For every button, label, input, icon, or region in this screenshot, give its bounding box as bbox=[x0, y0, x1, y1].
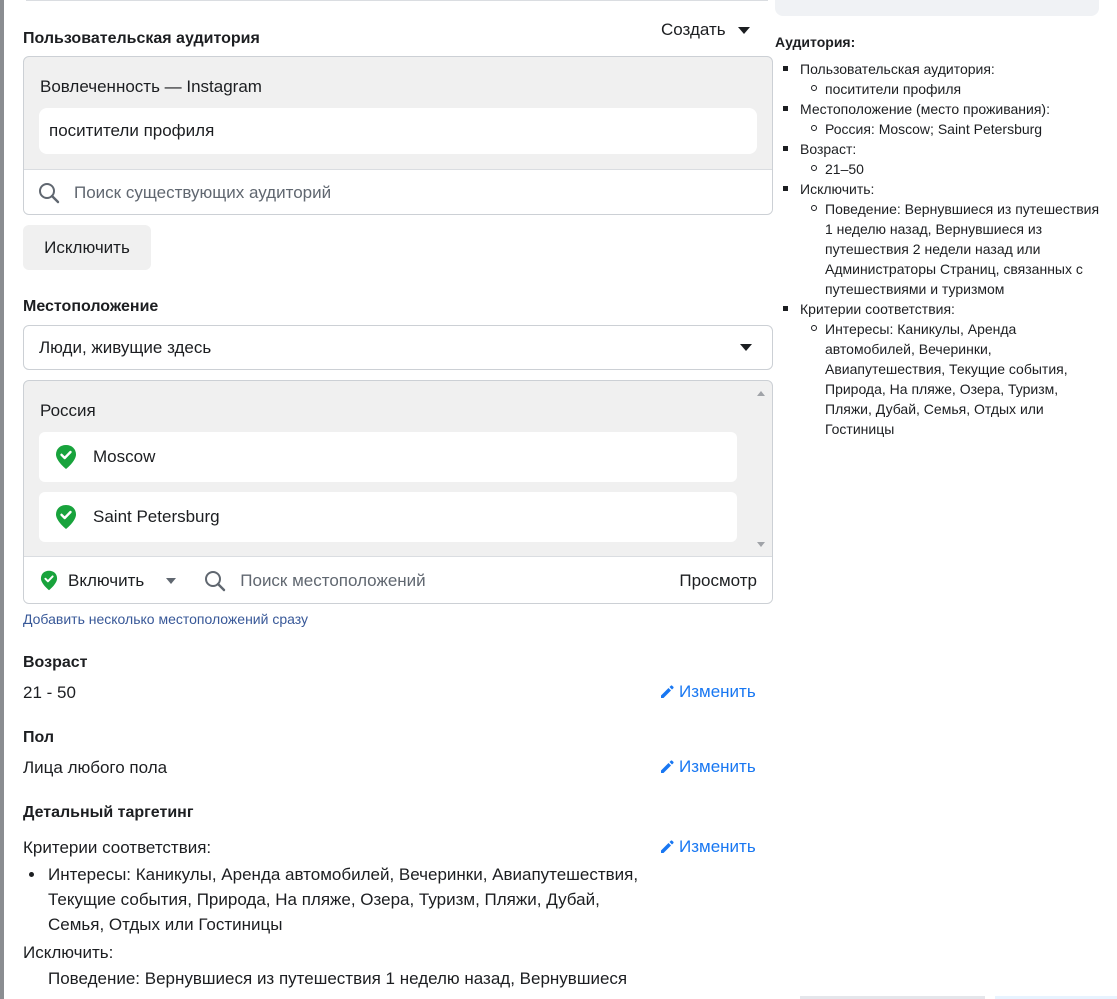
audience-search-bar bbox=[24, 169, 772, 214]
targeting-panel: Пользовательская аудитория Создать Вовле… bbox=[23, 0, 773, 999]
detailed-targeting-title: Детальный таргетинг bbox=[23, 804, 194, 821]
include-label: Включить bbox=[68, 570, 145, 590]
summary-section: Критерии соответствия: Интересы: Каникул… bbox=[783, 299, 1105, 439]
age-value: 21 - 50 bbox=[23, 683, 76, 702]
summary-section-label: Пользовательская аудитория: bbox=[800, 61, 995, 77]
summary-value: Интересы: Каникулы, Аренда автомобилей, … bbox=[811, 319, 1105, 439]
location-check-icon bbox=[40, 570, 58, 591]
preview-button[interactable]: Просмотр bbox=[679, 571, 757, 591]
scroll-up-arrow[interactable] bbox=[757, 391, 765, 396]
location-check-icon bbox=[56, 505, 76, 529]
location-search bbox=[204, 570, 541, 592]
interests-list: Интересы: Каникулы, Аренда автомобилей, … bbox=[29, 862, 648, 937]
audience-search-input[interactable] bbox=[74, 182, 474, 203]
audience-summary: Аудитория: Пользовательская аудитория: п… bbox=[775, 32, 1105, 439]
location-title: Местоположение bbox=[23, 298, 159, 315]
summary-list: Пользовательская аудитория: поситители п… bbox=[775, 59, 1105, 439]
summary-section-label: Местоположение (место проживания): bbox=[800, 101, 1050, 117]
summary-value: Поведение: Вернувшиеся из путешествия 1 … bbox=[811, 199, 1105, 299]
summary-top-card bbox=[775, 0, 1099, 16]
summary-value: 21–50 bbox=[811, 159, 1105, 179]
edit-age-link[interactable]: Изменить bbox=[659, 682, 756, 702]
location-name: Saint Petersburg bbox=[93, 507, 220, 526]
edit-label: Изменить bbox=[679, 837, 756, 856]
location-type-dropdown[interactable]: Люди, живущие здесь bbox=[23, 325, 773, 370]
summary-section: Местоположение (место проживания): Росси… bbox=[783, 99, 1105, 139]
pencil-icon bbox=[661, 840, 674, 853]
edit-gender-link[interactable]: Изменить bbox=[659, 757, 756, 777]
location-search-input[interactable] bbox=[240, 570, 541, 591]
location-item-moscow[interactable]: Moscow bbox=[39, 432, 737, 482]
search-icon bbox=[39, 182, 60, 203]
pencil-icon bbox=[661, 685, 674, 698]
summary-value: поситители профиля bbox=[811, 79, 1105, 99]
scroll-down-arrow[interactable] bbox=[757, 542, 765, 547]
caret-down-icon bbox=[166, 577, 177, 584]
location-type-value: Люди, живущие здесь bbox=[39, 337, 212, 357]
custom-audience-title: Пользовательская аудитория bbox=[23, 30, 260, 47]
location-list-box: Россия Moscow Saint Petersburg Включить … bbox=[23, 380, 773, 604]
window-edge bbox=[0, 0, 4, 999]
summary-section-label: Критерии соответствия: bbox=[800, 301, 955, 317]
gender-value: Лица любого пола bbox=[23, 758, 168, 777]
summary-value: Россия: Moscow; Saint Petersburg bbox=[811, 119, 1105, 139]
create-audience-button[interactable]: Создать bbox=[661, 20, 750, 40]
interests-item: Интересы: Каникулы, Аренда автомобилей, … bbox=[29, 862, 648, 937]
include-dropdown[interactable]: Включить bbox=[40, 570, 177, 591]
summary-section: Исключить: Поведение: Вернувшиеся из пут… bbox=[783, 179, 1105, 299]
edit-label: Изменить bbox=[679, 682, 756, 701]
location-toolbar: Включить Просмотр bbox=[24, 556, 772, 603]
add-multiple-locations-link[interactable]: Добавить несколько местоположений сразу bbox=[23, 611, 308, 627]
summary-section-label: Возраст: bbox=[800, 141, 857, 157]
summary-title: Аудитория: bbox=[775, 34, 856, 50]
caret-down-icon bbox=[737, 26, 750, 34]
location-country: Россия bbox=[40, 401, 96, 420]
audience-group-label: Вовлеченность — Instagram bbox=[40, 77, 262, 96]
location-check-icon bbox=[56, 445, 76, 469]
pencil-icon bbox=[661, 760, 674, 773]
criteria-label: Критерии соответствия: bbox=[23, 838, 212, 857]
age-title: Возраст bbox=[23, 654, 88, 671]
selected-audience[interactable]: поситители профиля bbox=[39, 108, 757, 154]
summary-section-label: Исключить: bbox=[800, 181, 875, 197]
search-icon bbox=[205, 570, 226, 591]
custom-audience-box: Вовлеченность — Instagram поситители про… bbox=[23, 56, 773, 215]
location-name: Moscow bbox=[93, 447, 156, 466]
create-label: Создать bbox=[661, 20, 726, 39]
gender-title: Пол bbox=[23, 729, 55, 746]
edit-detailed-link[interactable]: Изменить bbox=[659, 837, 756, 857]
summary-section: Пользовательская аудитория: поситители п… bbox=[783, 59, 1105, 99]
behaviour-item: Поведение: Вернувшиеся из путешествия 1 … bbox=[48, 966, 688, 988]
location-item-saint-petersburg[interactable]: Saint Petersburg bbox=[39, 492, 737, 542]
excluded-behaviour-list: Поведение: Вернувшиеся из путешествия 1 … bbox=[48, 966, 688, 988]
caret-down-icon bbox=[740, 344, 752, 351]
exclude-button[interactable]: Исключить bbox=[23, 225, 151, 270]
summary-section: Возраст: 21–50 bbox=[783, 139, 1105, 179]
edit-label: Изменить bbox=[679, 757, 756, 776]
exclude-criteria-label: Исключить: bbox=[23, 943, 114, 962]
